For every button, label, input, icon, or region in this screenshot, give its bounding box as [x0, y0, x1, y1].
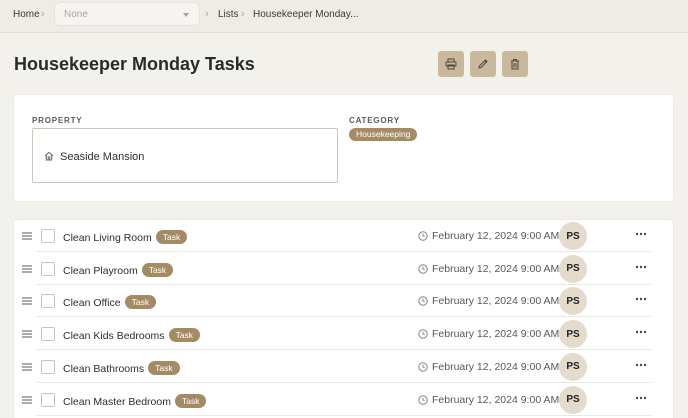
task-name[interactable]: Clean Master Bedroom: [63, 396, 171, 408]
breadcrumb-separator-icon: ›: [241, 8, 245, 20]
assignee-avatar[interactable]: PS: [559, 254, 587, 283]
assignee-avatar[interactable]: PS: [559, 287, 587, 316]
task-due-date: February 12, 2024 9:00 AM: [432, 393, 560, 406]
clock-icon: [418, 231, 428, 241]
assignee-avatar[interactable]: PS: [559, 320, 587, 349]
task-checkbox[interactable]: [41, 294, 55, 309]
breadcrumb-home[interactable]: Home: [13, 9, 40, 20]
breadcrumb-lists[interactable]: Lists: [218, 9, 239, 20]
task-type-tag: Task: [141, 262, 174, 277]
property-value: Seaside Mansion: [60, 151, 145, 163]
edit-button[interactable]: [470, 51, 496, 77]
delete-button[interactable]: [502, 51, 528, 77]
clock-icon: [418, 394, 428, 405]
task-row[interactable]: Clean Kids Bedrooms Task February 12, 202…: [14, 318, 673, 351]
printer-icon: [445, 58, 457, 70]
drag-handle-icon[interactable]: [22, 297, 32, 305]
task-due-date: February 12, 2024 9:00 AM: [432, 360, 560, 373]
drag-handle-icon[interactable]: [22, 363, 32, 371]
task-name-cell: Clean Kids Bedrooms Task: [63, 328, 201, 343]
task-name[interactable]: Clean Bathrooms: [63, 363, 144, 375]
more-options-icon[interactable]: [635, 330, 647, 334]
task-type-tag: Task: [174, 393, 207, 408]
task-checkbox[interactable]: [41, 327, 55, 342]
task-type-tag: Task: [168, 328, 201, 343]
task-name-cell: Clean Bathrooms Task: [63, 360, 180, 375]
task-row[interactable]: Clean Bathrooms Task February 12, 2024 9:…: [14, 351, 673, 383]
home-icon: [44, 151, 54, 161]
task-row[interactable]: Clean Living Room Task February 12, 2024 …: [14, 220, 673, 252]
task-list: Clean Living Room Task February 12, 2024 …: [14, 220, 673, 418]
category-badge: Housekeeping: [349, 128, 418, 141]
task-name[interactable]: Clean Kids Bedrooms: [63, 330, 165, 342]
breadcrumb-separator-icon: ›: [205, 8, 209, 20]
task-checkbox[interactable]: [41, 359, 55, 374]
task-row[interactable]: Clean Playroom Task February 12, 2024 9:0…: [14, 253, 673, 285]
task-checkbox[interactable]: [41, 229, 55, 243]
page-title: Housekeeper Monday Tasks: [14, 54, 255, 74]
task-due-date: February 12, 2024 9:00 AM: [432, 262, 560, 275]
task-name-cell: Clean Master Bedroom Task: [63, 393, 207, 408]
task-row[interactable]: Clean Master Bedroom Task February 12, 20…: [14, 384, 673, 416]
list-details-card: PROPERTY Seaside Mansion CATEGORY Housek…: [14, 95, 673, 201]
task-name[interactable]: Clean Living Room: [63, 232, 152, 244]
task-due-date: February 12, 2024 9:00 AM: [432, 295, 560, 308]
print-button[interactable]: [438, 51, 464, 77]
more-options-icon[interactable]: [635, 265, 647, 269]
row-divider: [36, 414, 651, 416]
task-type-tag: Task: [155, 230, 188, 244]
task-type-tag: Task: [148, 360, 180, 375]
task-row[interactable]: Clean Office Task February 12, 2024 9:00 …: [14, 285, 673, 318]
assignee-avatar[interactable]: PS: [559, 385, 587, 414]
task-name[interactable]: Clean Playroom: [63, 265, 138, 277]
more-options-icon[interactable]: [635, 396, 647, 400]
assignee-avatar[interactable]: PS: [559, 352, 587, 381]
task-name-cell: Clean Playroom Task: [63, 262, 174, 277]
breadcrumb-separator-icon: ›: [41, 8, 45, 20]
task-name-cell: Clean Office Task: [63, 295, 157, 310]
drag-handle-icon[interactable]: [22, 330, 32, 338]
category-label: CATEGORY: [349, 116, 400, 125]
caret-down-icon: [183, 13, 189, 17]
more-options-icon[interactable]: [635, 297, 647, 301]
task-type-tag: Task: [124, 295, 157, 310]
clock-icon: [418, 329, 428, 339]
task-name-cell: Clean Living Room Task: [63, 230, 188, 244]
assignee-avatar[interactable]: PS: [559, 222, 587, 250]
drag-handle-icon[interactable]: [22, 232, 32, 240]
breadcrumb-select[interactable]: None: [54, 2, 200, 26]
property-field[interactable]: Seaside Mansion: [32, 128, 338, 183]
clock-icon: [418, 296, 428, 307]
task-checkbox[interactable]: [41, 392, 55, 407]
select-value: None: [64, 9, 88, 20]
task-due-date: February 12, 2024 9:00 AM: [432, 230, 560, 242]
drag-handle-icon[interactable]: [22, 265, 32, 273]
more-options-icon[interactable]: [635, 232, 647, 236]
trash-icon: [511, 59, 519, 70]
task-name[interactable]: Clean Office: [63, 297, 121, 309]
task-due-date: February 12, 2024 9:00 AM: [432, 328, 560, 341]
pencil-icon: [478, 59, 488, 69]
more-options-icon[interactable]: [635, 363, 647, 367]
property-label: PROPERTY: [32, 116, 83, 125]
drag-handle-icon[interactable]: [22, 395, 32, 404]
breadcrumb-current: Housekeeper Monday...: [253, 9, 359, 20]
top-navigation-bar: Home › None › Lists › Housekeeper Monday…: [0, 0, 688, 33]
task-checkbox[interactable]: [41, 261, 55, 276]
clock-icon: [418, 362, 428, 372]
clock-icon: [418, 263, 428, 274]
